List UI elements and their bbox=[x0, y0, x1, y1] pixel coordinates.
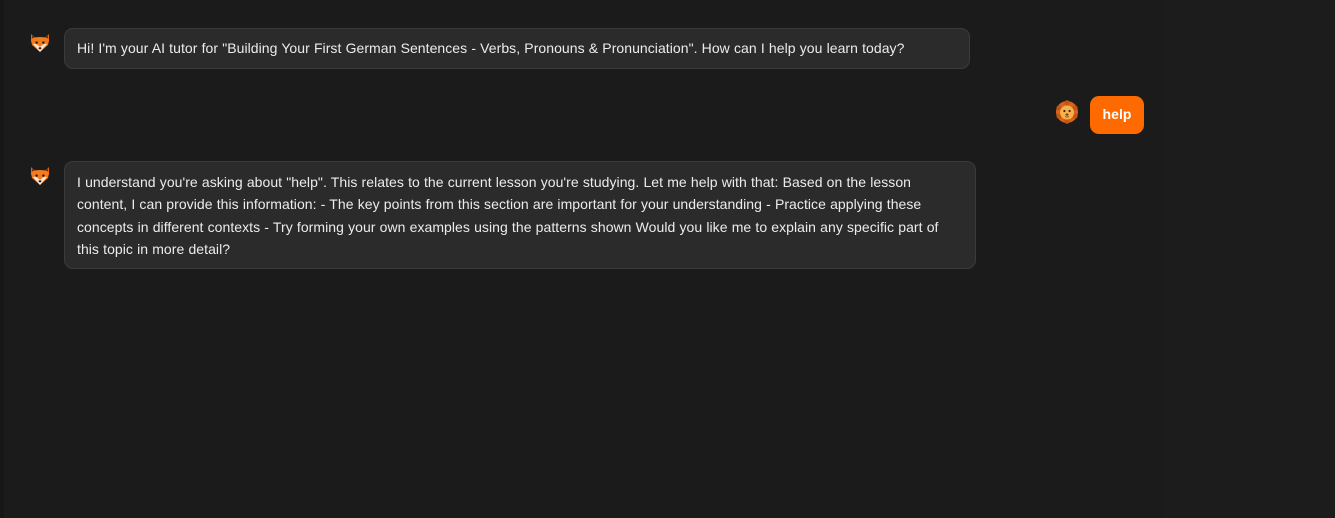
assistant-message-bubble: Hi! I'm your AI tutor for "Building Your… bbox=[64, 28, 970, 69]
assistant-message-bubble: I understand you're asking about "help".… bbox=[64, 161, 976, 269]
assistant-message-text: I understand you're asking about "help".… bbox=[77, 174, 939, 257]
assistant-message-text: Hi! I'm your AI tutor for "Building Your… bbox=[77, 40, 905, 56]
lion-icon bbox=[1055, 100, 1079, 124]
user-message-text: help bbox=[1102, 106, 1132, 122]
side-panel bbox=[1164, 0, 1335, 518]
fox-icon bbox=[28, 164, 52, 188]
user-message-bubble: help bbox=[1090, 96, 1144, 134]
fox-icon bbox=[28, 31, 52, 55]
